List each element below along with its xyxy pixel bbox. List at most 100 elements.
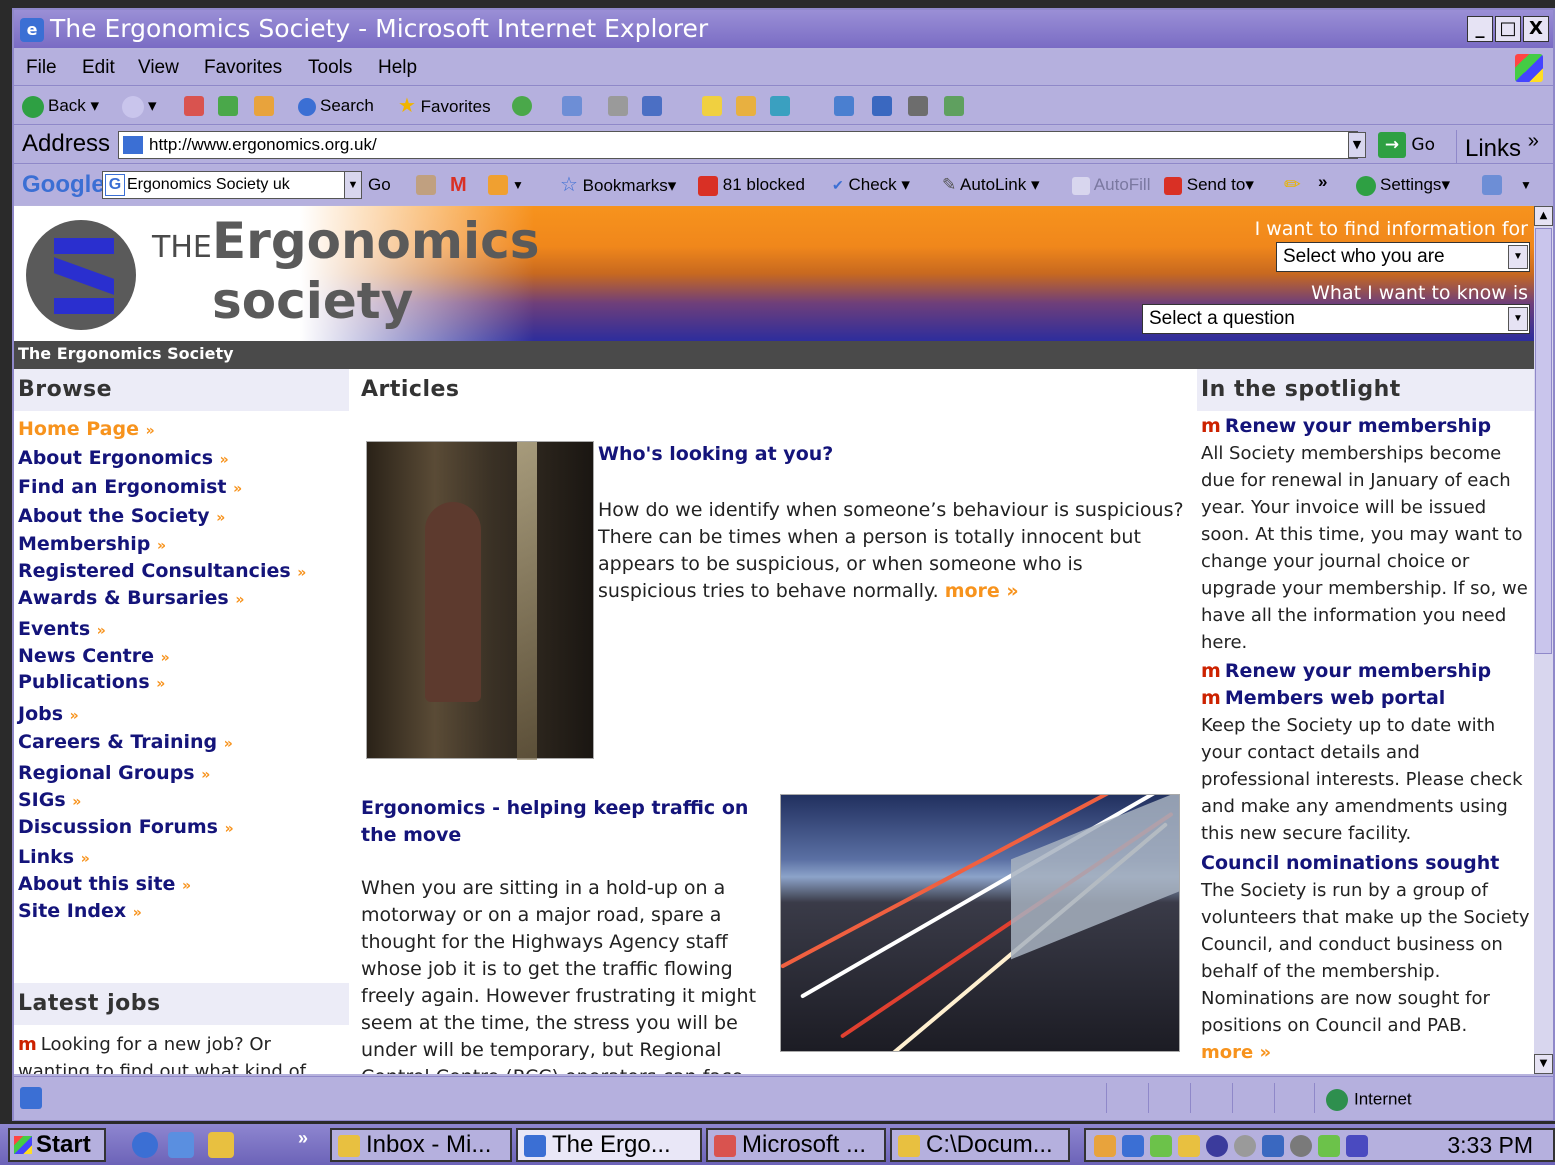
nav-about-society[interactable]: About the Society » xyxy=(18,502,349,531)
nav-careers-training[interactable]: Careers & Training » xyxy=(18,726,349,757)
outlook-quicklaunch-icon[interactable] xyxy=(168,1132,194,1158)
tray-security-icon[interactable] xyxy=(1318,1135,1340,1157)
task-inbox[interactable]: Inbox - Mi... xyxy=(330,1128,512,1162)
article-image-hooded-figure[interactable] xyxy=(366,441,594,760)
nav-sigs[interactable]: SIGs » xyxy=(18,784,349,811)
refresh-icon[interactable] xyxy=(218,96,238,116)
settings-button[interactable]: Settings▾ xyxy=(1356,172,1450,198)
task-ergonomics-browser[interactable]: The Ergo... xyxy=(516,1128,702,1162)
who-you-are-select[interactable]: Select who you are ▼ xyxy=(1276,242,1530,272)
tray-check-icon[interactable] xyxy=(1150,1135,1172,1157)
menu-favorites[interactable]: Favorites xyxy=(204,57,282,79)
nav-discussion-forums[interactable]: Discussion Forums » xyxy=(18,811,349,841)
google-search-input[interactable]: G Ergonomics Society uk xyxy=(102,171,346,199)
tray-disk-icon[interactable] xyxy=(1290,1135,1312,1157)
spotlight-more-link[interactable]: more » xyxy=(1201,1039,1534,1066)
article-image-motorway-traffic[interactable] xyxy=(780,794,1180,1052)
renew-membership-link[interactable]: m Renew your membership xyxy=(1201,413,1534,440)
council-nominations-link[interactable]: Council nominations sought xyxy=(1201,850,1534,877)
news-icon[interactable] xyxy=(488,175,508,195)
address-input[interactable]: http://www.ergonomics.org.uk/ xyxy=(118,131,1358,159)
send-to-button[interactable]: Send to▾ xyxy=(1164,172,1254,198)
spell-check-button[interactable]: ✔ Check ▾ xyxy=(832,172,910,198)
menu-view[interactable]: View xyxy=(138,57,179,79)
members-web-portal-link[interactable]: m Members web portal xyxy=(1201,685,1534,712)
nav-site-index[interactable]: Site Index » xyxy=(18,895,349,922)
favorites-button[interactable]: ★ Favorites xyxy=(398,93,491,119)
google-go-button[interactable]: Go xyxy=(368,172,391,198)
more-chevron-icon[interactable]: » xyxy=(1318,169,1327,195)
question-select[interactable]: Select a question ▼ xyxy=(1142,304,1530,334)
go-button[interactable]: → Go xyxy=(1378,132,1435,158)
research-icon[interactable] xyxy=(770,96,790,116)
stop-icon[interactable] xyxy=(184,96,204,116)
google-logo[interactable]: Google xyxy=(22,171,105,199)
highlighter-icon[interactable]: ✏ xyxy=(1284,172,1301,198)
nav-publications[interactable]: Publications » xyxy=(18,669,349,699)
autolink-button[interactable]: ✎ AutoLink ▾ xyxy=(942,172,1039,198)
news-dropdown-icon[interactable]: ▼ xyxy=(512,172,524,198)
autofill-button[interactable]: AutoFill xyxy=(1072,172,1150,198)
quicklaunch-more-icon[interactable]: » xyxy=(298,1128,308,1149)
article-2-title[interactable]: Ergonomics - helping keep traffic on the… xyxy=(361,795,771,849)
menu-help[interactable]: Help xyxy=(378,57,417,79)
history-icon[interactable] xyxy=(512,96,532,116)
article-1-title[interactable]: Who's looking at you? xyxy=(598,443,833,465)
nav-awards-bursaries[interactable]: Awards & Bursaries » xyxy=(18,585,349,615)
menu-edit[interactable]: Edit xyxy=(82,57,115,79)
maximize-button[interactable]: □ xyxy=(1495,16,1521,42)
gmail-icon[interactable]: M xyxy=(450,172,467,198)
tray-shield-icon[interactable] xyxy=(1346,1135,1368,1157)
toolbar-extra-icon[interactable] xyxy=(834,96,854,116)
tray-app-icon[interactable] xyxy=(1122,1135,1144,1157)
close-button[interactable]: X xyxy=(1523,16,1549,42)
clock-tray-icon[interactable] xyxy=(1094,1135,1116,1157)
nav-news-centre[interactable]: News Centre » xyxy=(18,642,349,669)
nav-home-page[interactable]: Home Page » xyxy=(18,415,349,444)
tray-g-icon[interactable] xyxy=(1206,1135,1228,1157)
task-microsoft[interactable]: Microsoft ... xyxy=(706,1128,886,1162)
menu-file[interactable]: File xyxy=(26,57,57,79)
back-button[interactable]: Back ▾ xyxy=(22,93,99,119)
scroll-up-icon[interactable]: ▲ xyxy=(1534,206,1553,226)
task-documents-folder[interactable]: C:\Docum... xyxy=(890,1128,1070,1162)
nav-links[interactable]: Links » xyxy=(18,841,349,868)
search-button[interactable]: Search xyxy=(298,93,374,119)
minimize-button[interactable]: _ xyxy=(1467,16,1493,42)
google-search-dropdown-icon[interactable]: ▼ xyxy=(344,171,362,199)
tray-network-icon[interactable] xyxy=(1234,1135,1256,1157)
discuss-icon[interactable] xyxy=(702,96,722,116)
tray-chart-icon[interactable] xyxy=(1178,1135,1200,1157)
tray-user-icon[interactable] xyxy=(1262,1135,1284,1157)
article-1-more-link[interactable]: more » xyxy=(945,580,1019,602)
edit-icon[interactable] xyxy=(642,96,662,116)
nav-find-ergonomist[interactable]: Find an Ergonomist » xyxy=(18,473,349,502)
extension-icon[interactable] xyxy=(1482,175,1502,195)
forward-button[interactable]: ▾ xyxy=(122,93,157,119)
menu-tools[interactable]: Tools xyxy=(308,57,352,79)
nav-about-ergonomics[interactable]: About Ergonomics » xyxy=(18,444,349,473)
nav-registered-consultancies[interactable]: Registered Consultancies » xyxy=(18,558,349,585)
page-rank-icon[interactable] xyxy=(416,175,436,195)
nav-about-site[interactable]: About this site » xyxy=(18,868,349,895)
network-icon[interactable] xyxy=(872,96,892,116)
start-button[interactable]: Start xyxy=(8,1128,106,1162)
bookmarks-button[interactable]: ☆ Bookmarks▾ xyxy=(560,172,676,198)
home-icon[interactable] xyxy=(254,96,274,116)
nav-membership[interactable]: Membership » xyxy=(18,531,349,558)
address-dropdown-icon[interactable]: ▼ xyxy=(1348,132,1366,158)
scroll-down-icon[interactable]: ▼ xyxy=(1534,1054,1553,1074)
vertical-scrollbar[interactable]: ▲ ▼ xyxy=(1534,206,1553,1074)
messenger-icon[interactable] xyxy=(736,96,756,116)
extension-dropdown-icon[interactable]: ▼ xyxy=(1520,172,1532,198)
mail-icon[interactable] xyxy=(562,96,582,116)
links-button[interactable]: Links » xyxy=(1456,130,1539,163)
desktop-quicklaunch-icon[interactable] xyxy=(208,1132,234,1158)
scroll-thumb[interactable] xyxy=(1535,228,1552,654)
tools-icon[interactable] xyxy=(944,96,964,116)
nav-jobs[interactable]: Jobs » xyxy=(18,699,349,726)
user-icon[interactable] xyxy=(908,96,928,116)
popup-blocker-button[interactable]: 81 blocked xyxy=(698,172,805,198)
print-icon[interactable] xyxy=(608,96,628,116)
renew-membership-link-2[interactable]: m Renew your membership xyxy=(1201,658,1534,685)
